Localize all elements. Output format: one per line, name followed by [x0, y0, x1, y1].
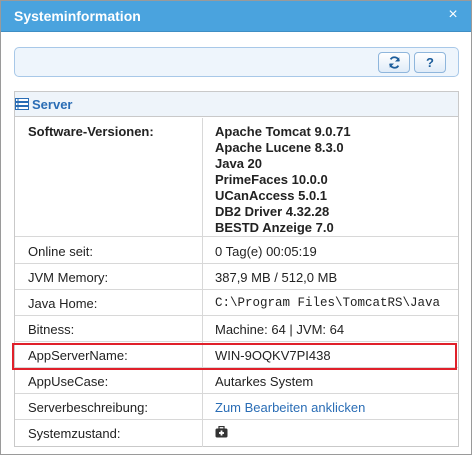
version-item: Apache Lucene 8.3.0 [215, 140, 344, 155]
table-row-online: Online seit: 0 Tag(e) 00:05:19 [15, 238, 458, 264]
table-row-app-use-case: AppUseCase: Autarkes System [15, 368, 458, 394]
panel-header: Server [15, 92, 458, 117]
table-row-java-home: Java Home: C:\Program Files\TomcatRS\Jav… [15, 290, 458, 316]
row-value: C:\Program Files\TomcatRS\Java [215, 296, 441, 310]
table-row-bitness: Bitness: Machine: 64 | JVM: 64 [15, 316, 458, 342]
row-value: Machine: 64 | JVM: 64 [215, 322, 345, 337]
medkit-icon [215, 425, 228, 441]
help-button[interactable]: ? [414, 52, 446, 73]
version-item: PrimeFaces 10.0.0 [215, 172, 328, 187]
help-icon: ? [426, 55, 434, 70]
version-item: BESTD Anzeige 7.0 [215, 220, 334, 235]
row-label: Bitness: [28, 322, 75, 337]
row-label: AppUseCase: [28, 374, 109, 389]
table-row-system-state: Systemzustand: [15, 420, 458, 446]
server-panel: Server Software-Versionen: Apache Tomcat… [14, 91, 459, 447]
row-label: Serverbeschreibung: [28, 400, 148, 415]
dialog-titlebar[interactable]: Systeminformation × [1, 1, 471, 32]
table-row-server-description: Serverbeschreibung: Zum Bearbeiten ankli… [15, 394, 458, 420]
refresh-icon [388, 56, 400, 69]
row-label: JVM Memory: [28, 270, 109, 285]
version-item: Java 20 [215, 156, 262, 171]
row-value: 387,9 MB / 512,0 MB [215, 270, 338, 285]
system-info-dialog: Systeminformation × ? Server Software-Ve… [0, 0, 472, 455]
version-item: DB2 Driver 4.32.28 [215, 204, 330, 219]
software-version-list: Apache Tomcat 9.0.71 Apache Lucene 8.3.0… [215, 124, 351, 236]
highlight-box [12, 343, 457, 370]
row-label: Systemzustand: [28, 426, 121, 441]
row-value: Autarkes System [215, 374, 314, 389]
software-label: Software-Versionen: [28, 124, 154, 139]
row-label: Online seit: [28, 244, 94, 259]
dialog-title: Systeminformation [14, 8, 141, 24]
row-label: Java Home: [28, 296, 98, 311]
panel-title: Server [32, 97, 73, 112]
version-item: UCanAccess 5.0.1 [215, 188, 328, 203]
close-icon[interactable]: × [445, 7, 461, 23]
row-value: 0 Tag(e) 00:05:19 [215, 244, 317, 259]
table-row-software: Software-Versionen: Apache Tomcat 9.0.71… [15, 118, 458, 237]
refresh-button[interactable] [378, 52, 410, 73]
version-item: Apache Tomcat 9.0.71 [215, 124, 351, 139]
edit-description-link[interactable]: Zum Bearbeiten anklicken [215, 400, 365, 415]
table-row-jvm-memory: JVM Memory: 387,9 MB / 512,0 MB [15, 264, 458, 290]
toolbar: ? [14, 47, 459, 77]
server-icon [15, 98, 29, 110]
